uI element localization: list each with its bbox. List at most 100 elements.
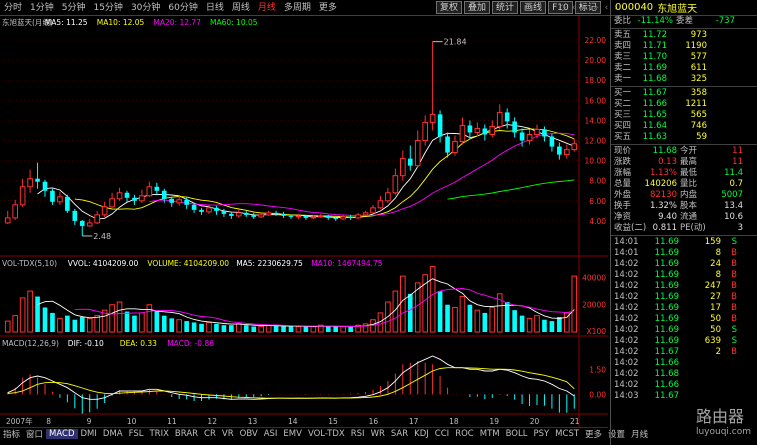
indicator-tab[interactable]: CR xyxy=(201,429,219,439)
indicator-tab[interactable]: BOLL xyxy=(503,429,531,439)
volume-bar xyxy=(474,309,481,333)
candle-body xyxy=(288,215,294,217)
indicator-tab[interactable]: TRIX xyxy=(146,429,171,439)
tick-volume: 8 xyxy=(715,248,721,258)
nav-arrow-icon[interactable]: « xyxy=(579,0,591,16)
period-tab[interactable]: 30分钟 xyxy=(127,0,164,16)
candle-body xyxy=(377,200,384,209)
candle-body xyxy=(161,190,167,199)
candle-body xyxy=(184,199,189,205)
period-tab[interactable]: 更多 xyxy=(315,0,341,16)
tick-volume: 8 xyxy=(715,270,721,280)
tick-row: 14:02 11.66 xyxy=(611,380,757,391)
indicator-tab[interactable]: DMA xyxy=(100,429,126,439)
tick-side: S xyxy=(731,325,737,335)
indicator-tab[interactable]: OBV xyxy=(237,429,261,439)
tool-button[interactable]: 统计 xyxy=(492,1,519,14)
volume-bar xyxy=(542,319,547,332)
indicator-tab[interactable]: ROC xyxy=(452,429,477,439)
period-tab[interactable]: 月线 xyxy=(254,0,280,16)
price-axis-label: 16.00 xyxy=(585,96,607,105)
indicator-tab[interactable]: MACD xyxy=(46,428,78,439)
indicator-tab[interactable]: EMV xyxy=(280,429,305,439)
order-price: 11.68 xyxy=(642,74,667,84)
date-label: 12 xyxy=(207,417,217,426)
candle-body xyxy=(42,181,48,191)
indicator-tab[interactable]: 指标 xyxy=(0,428,23,440)
indicator-tab[interactable]: VR xyxy=(219,429,237,439)
indicator-tab[interactable]: 更多 xyxy=(582,428,605,440)
period-tab[interactable]: 60分钟 xyxy=(164,0,201,16)
period-tab[interactable]: 1分钟 xyxy=(26,0,58,16)
period-tab[interactable]: 分时 xyxy=(0,0,26,16)
indicator-tab[interactable]: DMI xyxy=(78,429,100,439)
indicator-tab[interactable]: BRAR xyxy=(172,429,201,439)
order-price: 11.67 xyxy=(642,88,667,98)
stat-value: 11 xyxy=(732,146,743,156)
tick-side xyxy=(721,391,737,402)
order-label: 卖五 xyxy=(614,30,632,40)
date-label: 21 xyxy=(570,417,580,426)
tick-side: B xyxy=(731,303,737,313)
weibi-label: 委比 xyxy=(614,16,632,26)
period-tab[interactable]: 周线 xyxy=(228,0,254,16)
period-tab[interactable]: 5分钟 xyxy=(58,0,90,16)
tick-row: 14:02 11.69 24 B xyxy=(611,259,757,270)
tool-button[interactable]: 复权 xyxy=(436,1,463,14)
indicator-tab[interactable]: WR xyxy=(368,429,388,439)
legend-item: VOL-TDX(5,10) xyxy=(2,259,57,268)
stat-value: 140206 xyxy=(644,179,677,189)
volume-bar xyxy=(65,315,70,332)
indicator-tab[interactable]: KDJ xyxy=(411,429,432,439)
stat-row: 现价 11.68 今开 11 xyxy=(611,146,757,157)
indicator-tab[interactable]: SAR xyxy=(388,429,411,439)
tick-price: 11.67 xyxy=(654,347,679,357)
order-volume: 577 xyxy=(690,52,707,62)
stat-row: 换手 1.32% 股本 13.4 xyxy=(611,201,757,212)
tick-side xyxy=(721,369,737,380)
volume-bar xyxy=(407,293,413,332)
chart-area[interactable]: 21.84 2.48 22.00 20.00 18.00 16.00 14.00 12.00… xyxy=(0,16,608,429)
volume-bar xyxy=(79,317,85,332)
indicator-tab[interactable]: MTM xyxy=(477,429,503,439)
indicator-tab[interactable]: VOL-TDX xyxy=(305,429,348,439)
candle-body xyxy=(295,215,302,218)
stat-label: 量比 xyxy=(680,179,698,189)
volume-bar xyxy=(169,318,175,332)
candle-body xyxy=(199,209,204,212)
tick-price: 11.69 xyxy=(654,314,679,324)
volume-bar xyxy=(467,304,473,332)
nav-arrow-icon[interactable]: » xyxy=(590,0,602,16)
nav-arrow-icon[interactable]: ‹ xyxy=(569,0,579,16)
macd-dea-line xyxy=(7,367,575,399)
tick-price: 11.69 xyxy=(654,248,679,258)
candle-body xyxy=(139,195,145,202)
indicator-tab[interactable]: MCST xyxy=(552,429,582,439)
period-tab[interactable]: 15分钟 xyxy=(89,0,126,16)
kline-chart[interactable]: 21.84 2.48 22.00 20.00 18.00 16.00 14.00 12.00… xyxy=(0,16,608,429)
indicator-tab[interactable]: FSL xyxy=(126,429,147,439)
indicator-tab[interactable]: 窗口 xyxy=(23,428,46,440)
price-axis-label: 10.00 xyxy=(585,157,607,166)
indicator-tab[interactable]: ASI xyxy=(261,429,281,439)
volume-bar xyxy=(512,310,517,332)
indicator-tab[interactable]: PSY xyxy=(530,429,552,439)
period-tab[interactable]: 日线 xyxy=(202,0,228,16)
nav-arrow-icon[interactable]: ◇ xyxy=(556,0,569,16)
volume-bar xyxy=(236,323,242,333)
candle-body xyxy=(243,212,249,215)
tool-button[interactable]: 叠加 xyxy=(464,1,491,14)
volume-bar xyxy=(12,315,18,333)
volume-bar xyxy=(258,326,264,333)
tool-button[interactable]: 画线 xyxy=(520,1,547,14)
tick-time: 14:02 xyxy=(614,347,639,357)
stat-row: 净资 9.40 流通 10.6 xyxy=(611,212,757,223)
tick-volume xyxy=(679,380,721,391)
order-label: 买五 xyxy=(614,132,632,142)
indicator-tab[interactable]: RSI xyxy=(348,429,368,439)
period-tab[interactable]: 多周期 xyxy=(280,0,315,16)
tick-price: 11.69 xyxy=(654,259,679,269)
indicator-tab[interactable]: CCI xyxy=(432,429,452,439)
candle-body xyxy=(65,196,70,211)
stat-row: 收益(二) 0.811 PE(动) 3 xyxy=(611,223,757,234)
